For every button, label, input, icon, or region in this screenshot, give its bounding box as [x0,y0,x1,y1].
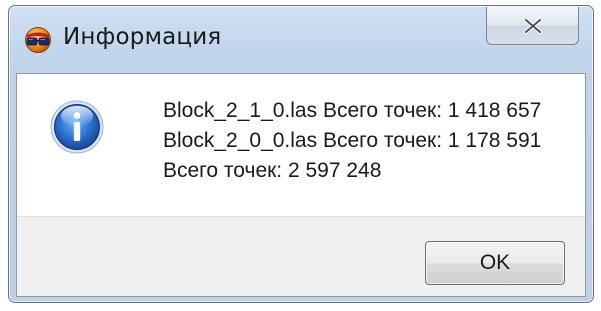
info-icon [50,100,104,154]
window-title: Информация [63,24,222,50]
button-bar: OK [17,216,585,296]
close-button[interactable] [486,7,579,45]
message-line: Block_2_0_0.las Всего точек: 1 178 591 [163,129,542,152]
glasses-app-icon [25,27,51,53]
window-frame: Информация Block_2_1_0.las Всего точек: … [8,5,594,303]
message-line: Block_2_1_0.las Всего точек: 1 418 657 [163,99,542,122]
dialog-window: Информация Block_2_1_0.las Всего точек: … [0,0,601,311]
close-icon [523,17,542,34]
message-text: Block_2_1_0.las Всего точек: 1 418 657 B… [163,96,541,186]
message-area: Block_2_1_0.las Всего точек: 1 418 657 B… [17,74,585,216]
title-bar[interactable]: Информация [9,6,593,72]
message-line: Всего точек: 2 597 248 [163,159,382,182]
dialog-client-area: Block_2_1_0.las Всего точек: 1 418 657 B… [16,73,586,297]
ok-button[interactable]: OK [425,241,565,285]
